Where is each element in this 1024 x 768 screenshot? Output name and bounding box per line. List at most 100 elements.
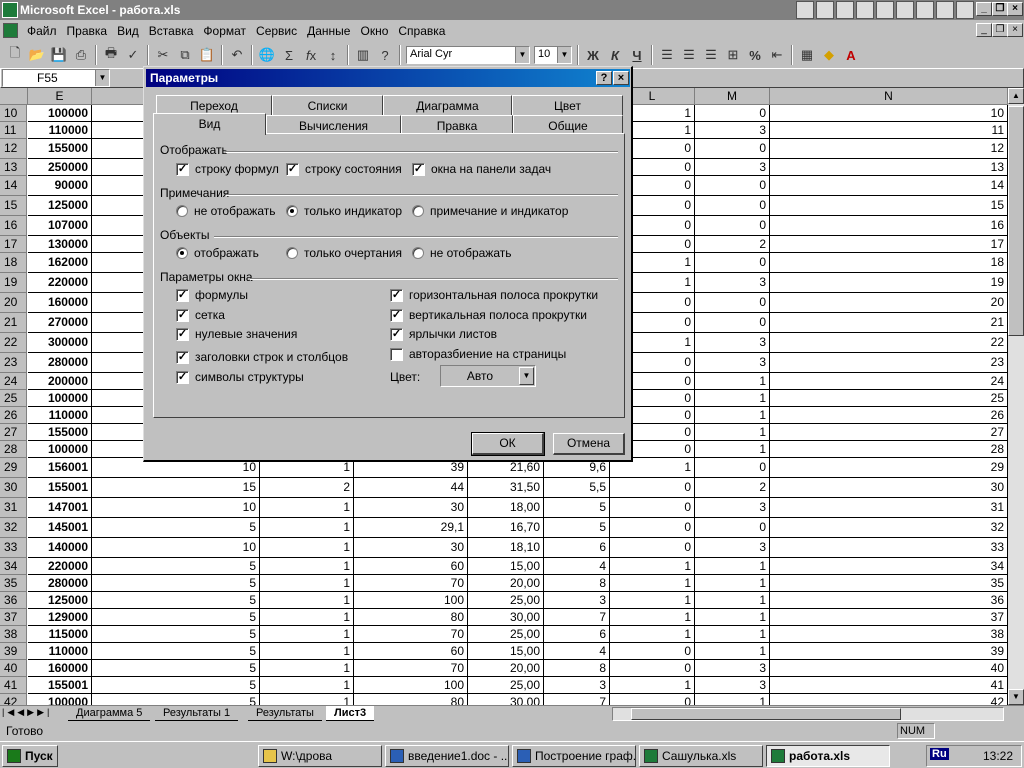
row-header[interactable]: 42 [0,694,27,705]
tab-chart-5[interactable]: Диаграмма 5 [68,706,151,721]
cell-l[interactable]: 1 [610,558,695,575]
app-icon[interactable] [796,1,814,19]
cell-e[interactable]: 147001 [28,498,92,518]
select-all-corner[interactable] [0,88,28,105]
tab-view[interactable]: Вид [153,113,266,135]
row-header[interactable]: 29 [0,458,27,478]
doc-close-button[interactable]: × [1007,23,1023,37]
merge-center-icon[interactable]: ⊞ [722,44,744,66]
cell-f[interactable]: 10 [92,498,260,518]
open-icon[interactable]: 📂 [26,44,48,66]
menu-window[interactable]: Окно [355,24,393,38]
cell-e[interactable]: 155001 [28,677,92,694]
cell-n[interactable]: 24 [770,373,1008,390]
zero-values-checkbox[interactable]: ✓ нулевые значения [176,327,297,341]
menu-help[interactable]: Справка [393,24,450,38]
cell-e[interactable]: 220000 [28,558,92,575]
cell-m[interactable]: 1 [695,626,770,643]
cell-h[interactable]: 29,1 [354,518,468,538]
dialog-help-button[interactable]: ? [596,71,612,85]
cell-e[interactable]: 100000 [28,390,92,407]
cell-e[interactable]: 130000 [28,236,92,253]
language-indicator[interactable]: Ru [930,748,949,760]
cell-m[interactable]: 1 [695,694,770,705]
cell-n[interactable]: 33 [770,538,1008,558]
cell-f[interactable]: 5 [92,558,260,575]
tab-results-1[interactable]: Результаты 1 [155,706,239,721]
cell-f[interactable]: 5 [92,592,260,609]
cell-n[interactable]: 14 [770,176,1008,196]
horizontal-scrollbar[interactable] [612,707,1004,721]
cell-f[interactable]: 5 [92,660,260,677]
cell-f[interactable]: 5 [92,609,260,626]
cell-g[interactable]: 1 [260,643,354,660]
row-header[interactable]: 24 [0,373,27,390]
cell-l[interactable]: 1 [610,592,695,609]
h-scroll-thumb[interactable] [631,708,901,720]
cell-e[interactable]: 250000 [28,159,92,176]
cell-g[interactable]: 1 [260,538,354,558]
cell-g[interactable]: 1 [260,498,354,518]
italic-button[interactable]: К [604,44,626,66]
tab-color[interactable]: Цвет [512,95,623,115]
cell-e[interactable]: 280000 [28,353,92,373]
cell-h[interactable]: 44 [354,478,468,498]
name-box[interactable]: F55 ▼ [2,69,110,87]
cell-m[interactable]: 3 [695,273,770,293]
cell-f[interactable]: 5 [92,677,260,694]
chevron-down-icon[interactable]: ▼ [519,367,534,385]
cell-e[interactable]: 100000 [28,694,92,705]
cell-j[interactable]: 5 [544,498,610,518]
cell-e[interactable]: 107000 [28,216,92,236]
cell-e[interactable]: 125000 [28,196,92,216]
spell-icon[interactable]: ✓ [122,44,144,66]
cell-e[interactable]: 115000 [28,626,92,643]
objects-show-radio[interactable]: отображать [176,246,259,260]
cell-i[interactable]: 30,00 [468,694,544,705]
mail-icon[interactable] [816,1,834,19]
cell-m[interactable]: 0 [695,139,770,159]
cell-n[interactable]: 31 [770,498,1008,518]
doc-minimize-button[interactable]: _ [976,23,992,37]
row-header[interactable]: 30 [0,478,27,498]
cell-m[interactable]: 2 [695,478,770,498]
cell-e[interactable]: 140000 [28,538,92,558]
cell-i[interactable]: 20,00 [468,660,544,677]
underline-button[interactable]: Ч [626,44,648,66]
cell-f[interactable]: 5 [92,518,260,538]
cell-m[interactable]: 1 [695,643,770,660]
cell-e[interactable]: 100000 [28,105,92,122]
task-folder[interactable]: W:\дрова [258,745,382,767]
cell-e[interactable]: 280000 [28,575,92,592]
cell-m[interactable]: 0 [695,196,770,216]
cell-n[interactable]: 28 [770,441,1008,458]
row-header[interactable]: 32 [0,518,27,538]
cell-h[interactable]: 30 [354,538,468,558]
cell-j[interactable]: 4 [544,643,610,660]
cell-e[interactable]: 155000 [28,424,92,441]
cell-n[interactable]: 22 [770,333,1008,353]
menu-view[interactable]: Вид [112,24,144,38]
print-icon[interactable]: 🖶 [100,44,122,66]
cell-f[interactable]: 5 [92,694,260,705]
start-button[interactable]: Пуск [2,745,58,767]
cell-n[interactable]: 25 [770,390,1008,407]
row-header[interactable]: 31 [0,498,27,518]
cell-h[interactable]: 80 [354,694,468,705]
row-header[interactable]: 40 [0,660,27,677]
cell-l[interactable]: 0 [610,478,695,498]
row-header[interactable]: 17 [0,236,27,253]
cell-n[interactable]: 19 [770,273,1008,293]
cell-l[interactable]: 0 [610,498,695,518]
cell-n[interactable]: 39 [770,643,1008,660]
row-header[interactable]: 11 [0,122,27,139]
cell-e[interactable]: 125000 [28,592,92,609]
cell-i[interactable]: 16,70 [468,518,544,538]
help-icon[interactable]: ? [374,44,396,66]
cell-e[interactable]: 160000 [28,660,92,677]
cell-m[interactable]: 1 [695,558,770,575]
borders-icon[interactable]: ▦ [796,44,818,66]
cell-l[interactable]: 0 [610,660,695,677]
cell-i[interactable]: 25,00 [468,592,544,609]
cell-h[interactable]: 100 [354,592,468,609]
